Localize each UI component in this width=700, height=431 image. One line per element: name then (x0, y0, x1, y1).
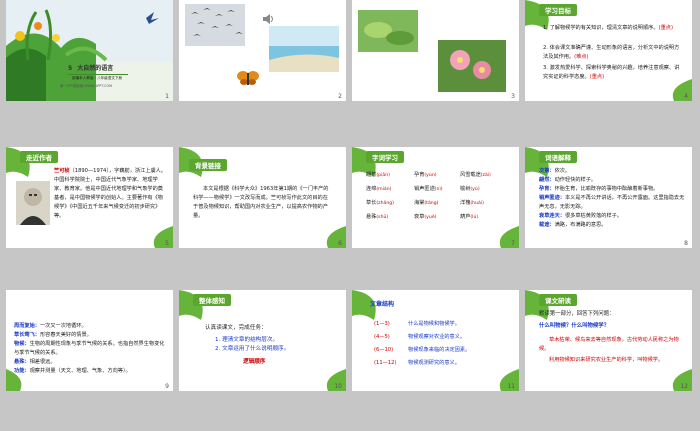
slide-thumb-11[interactable]: 文章结构 (1—3) 什么是物候和物候学。 (4—5) 物候观察对农业的意义。 (6… (352, 290, 519, 391)
structure-row: (6—10) 物候现象来临的决定因素。 (374, 347, 471, 353)
objective-2: 2. 体会课文准确严谨、生动形象的语言，分析文中的说明方法及其作用。(难点) (543, 45, 680, 60)
speaker-icon[interactable] (262, 14, 274, 24)
definition-item: 草长莺飞：形容春天美好的情景。 (14, 332, 92, 338)
section-tag: 背景链接 (189, 159, 227, 171)
section-tag: 整体感知 (193, 294, 231, 306)
author-bio: 竺可桢（1890—1974），字藕舫，浙江上虞人。中国科学院院士，中国近代气象学… (54, 168, 167, 219)
definition-item: 悬殊：相差很远。 (14, 359, 56, 365)
slide-number: 6 (338, 240, 342, 247)
structure-row: (4—5) 物候观察对农业的意义。 (374, 334, 466, 340)
reading-answer-1: 草木枯荣、候鸟来去等自然现象，古代劳动人民称之为物候。 (539, 337, 679, 352)
butterfly-icon (237, 71, 259, 85)
vocab-row: 草长(zhǎng) 海棠(táng) 洋槐(huái) (366, 200, 484, 206)
slide1-title-text: 大自然的语言 (77, 65, 114, 72)
definition-item: 载途：满路，布满路的意思。 (539, 222, 607, 228)
slide-number: 1 (165, 93, 169, 100)
reading-question: 什么叫物候？什么叫物候学？ (539, 323, 610, 329)
objective-1: 1. 了解物候学的有关知识，理清文章的说明顺序。(重点) (543, 25, 673, 31)
slide-thumb-10[interactable]: 整体感知 认真读课文，完成任务： 1. 理清文章的结构层次。 2. 文章运用了什… (179, 290, 346, 391)
slide-number: 12 (680, 383, 688, 390)
section-tag: 词语解释 (539, 151, 577, 163)
vocab-row: 翩然(piān) 孕育(yùn) 风雪载途(zài) (366, 172, 491, 178)
slide-thumb-12[interactable]: 课文研读 默读第一部分，回答下列问题： 什么叫物候？什么叫物候学？ 草木枯荣、候… (525, 290, 692, 391)
definition-item: 翩然：动作轻快的样子。 (539, 177, 597, 183)
slide-number: 2 (338, 93, 342, 100)
section-tag: 走近作者 (20, 151, 58, 163)
slide-thumb-8[interactable]: 词语解释 次第：依次。 翩然：动作轻快的样子。 孕育：怀胎生育，比喻既存的事物中… (525, 147, 692, 248)
definition-item: 销声匿迹：本义是不再公开讲话，不再公开露面。这里指隐去无声无息，无影无踪。 (539, 195, 685, 210)
vocab-row: 连绵(mián) 销声匿迹(nì) 榆树(yú) (366, 186, 480, 192)
birds-photo (185, 4, 245, 46)
vocab-row: 悬殊(shū) 衰草(yuè) 葫芦(lú) (366, 214, 479, 220)
background-text: 本文是根据《科学大众》1963年第1期的《一门丰产的科学——物候学》一文改写而成… (193, 186, 329, 219)
definition-item: 周而复始：一次又一次地循环。 (14, 323, 87, 329)
slide-number: 8 (684, 240, 688, 247)
slide1-footer: 第一PPT模板网-WWW.1PPT.COM (60, 84, 113, 88)
slide1-title: 5 大自然的语言 (68, 64, 113, 73)
reading-answer-2: 利用物候知识来研究农业生产的科学，叫物候学。 (549, 357, 664, 363)
flower-photo (438, 40, 506, 92)
definition-item: 物候：生物的周期性现象与季节气候的关系。也指自然界生物变化与季节气候的关系。 (14, 341, 165, 356)
slide-number: 9 (165, 383, 169, 390)
structure-heading: 文章结构 (370, 301, 395, 308)
section-tag: 字词学习 (366, 151, 404, 163)
slide-thumb-3[interactable]: 3 (352, 0, 519, 101)
slide-thumb-6[interactable]: 背景链接 本文是根据《科学大众》1963年第1期的《一门丰产的科学——物候学》一… (179, 147, 346, 248)
author-portrait (16, 181, 50, 225)
task-answer: 逻辑顺序 (243, 359, 266, 365)
section-tag: 学习目标 (539, 4, 577, 16)
reading-prompt: 默读第一部分，回答下列问题： (539, 311, 615, 317)
leaf-decoration-icon (6, 369, 22, 391)
slide1-lesson-num: 5 (68, 65, 73, 72)
slide-thumb-9[interactable]: 周而复始：一次又一次地循环。 草长莺飞：形容春天美好的情景。 物候：生物的周期性… (6, 290, 173, 391)
definition-item: 衰草连天：很多草枯黄败落的样子。 (539, 213, 623, 219)
slide-number: 10 (334, 383, 342, 390)
definition-list: 次第：依次。 翩然：动作轻快的样子。 孕育：怀胎生育，比喻既存的事物中酝酿着新事… (539, 167, 687, 230)
slide-number: 5 (165, 240, 169, 247)
slide-thumb-5[interactable]: 走近作者 竺可桢（1890—1974），字藕舫，浙江上虞人。中国科学院院士，中国… (6, 147, 173, 248)
section-tag: 课文研读 (539, 294, 577, 306)
slide-thumb-7[interactable]: 字词学习 翩然(piān) 孕育(yùn) 风雪载途(zài) 连绵(mián)… (352, 147, 519, 248)
slide-thumb-2[interactable]: 2 (179, 0, 346, 101)
definition-list: 周而复始：一次又一次地循环。 草长莺飞：形容春天美好的情景。 物候：生物的周期性… (14, 322, 166, 376)
definition-item: 孕育：怀胎生育，比喻既存的事物中酝酿着新事物。 (539, 186, 659, 192)
green-plant-photo (358, 10, 418, 52)
slide-number: 7 (511, 240, 515, 247)
definition-item: 次第：依次。 (539, 168, 571, 174)
slide-number: 3 (511, 93, 515, 100)
vocab-grid: 翩然(piān) 孕育(yùn) 风雪载途(zài) 连绵(mián) 销声匿迹… (366, 171, 516, 227)
task-question-2: 2. 文章运用了什么说明顺序。 (215, 346, 290, 352)
slide-number: 11 (507, 383, 515, 390)
task-question-1: 1. 理清文章的结构层次。 (215, 337, 279, 343)
slide-thumb-4[interactable]: 学习目标 1. 了解物候学的有关知识，理清文章的说明顺序。(重点) 2. 体会课… (525, 0, 692, 101)
task-prompt: 认真读课文，完成任务： (205, 325, 267, 331)
slide-number: 4 (684, 93, 688, 100)
slide-thumb-1[interactable]: 5 大自然的语言 部编本人教版 · 八年级语文下册 第一PPT模板网-WWW.1… (6, 0, 173, 101)
structure-list: (1—3) 什么是物候和物候学。 (4—5) 物候观察对农业的意义。 (6—10) 物… (374, 320, 514, 372)
structure-row: (1—3) 什么是物候和物候学。 (374, 321, 460, 327)
sea-photo (269, 26, 339, 72)
